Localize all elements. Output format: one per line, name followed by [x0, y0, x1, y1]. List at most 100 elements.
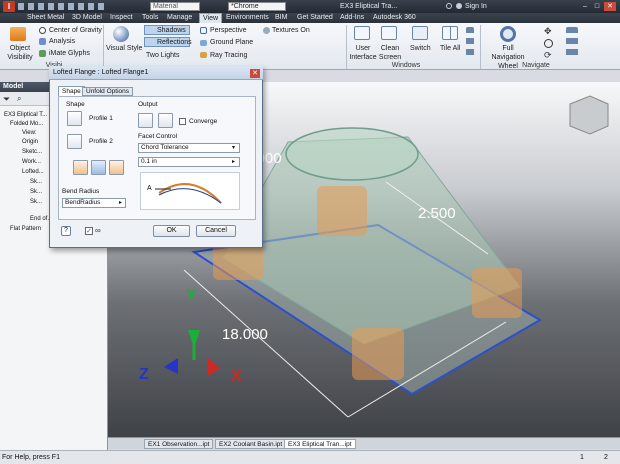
- navigation-wheel-icon[interactable]: [500, 26, 516, 42]
- tree-item-view[interactable]: View:: [22, 129, 37, 137]
- switch-icon[interactable]: [412, 26, 428, 40]
- glasses-preview-icon[interactable]: ∞: [95, 227, 101, 235]
- shadows-button[interactable]: Shadows: [144, 25, 190, 35]
- status-count-2: 2: [604, 454, 608, 461]
- axis-label-x: X: [231, 368, 242, 385]
- doc-tab-ex3[interactable]: EX3 Eliptical Tran...ipt: [284, 439, 356, 449]
- analysis-button[interactable]: Analysis: [49, 37, 75, 46]
- tab-manage[interactable]: Manage: [167, 13, 192, 23]
- tree-item-sketch-sub[interactable]: Sk...: [30, 178, 42, 186]
- pan-icon[interactable]: ✥: [544, 27, 553, 36]
- bend-type-button[interactable]: [91, 160, 106, 175]
- quick-access-icons[interactable]: [18, 3, 108, 10]
- handle-glyph: [352, 328, 404, 380]
- dialog-tab-shape[interactable]: Shape: [58, 86, 85, 96]
- output-press-brake-button[interactable]: [158, 113, 173, 128]
- center-of-gravity-button[interactable]: Center of Gravity: [49, 26, 102, 35]
- profile2-select-button[interactable]: [67, 134, 82, 149]
- reflections-button[interactable]: Reflections: [144, 37, 192, 47]
- profile1-select-button[interactable]: [67, 111, 82, 126]
- tree-item-work[interactable]: Work...: [22, 158, 41, 166]
- chevron-right-icon[interactable]: ▸: [232, 158, 235, 166]
- tree-item-flat-pattern[interactable]: Flat Pattern: [10, 225, 41, 233]
- tree-item-sketch-sub[interactable]: Sk...: [30, 198, 42, 206]
- tab-view[interactable]: View: [199, 13, 223, 23]
- flip-side-button[interactable]: [73, 160, 88, 175]
- app-logo-icon[interactable]: I: [3, 1, 15, 12]
- perspective-button[interactable]: Perspective: [210, 26, 247, 35]
- doc-tab-ex1[interactable]: EX1 Observation...ipt: [144, 439, 214, 449]
- tree-item-sketch-sub[interactable]: Sk...: [30, 188, 42, 196]
- chevron-right-icon[interactable]: ▸: [119, 199, 122, 207]
- ok-button[interactable]: OK: [153, 225, 190, 237]
- material-dropdown[interactable]: Material: [150, 2, 200, 11]
- switch-button[interactable]: Switch: [410, 44, 431, 53]
- close-button[interactable]: ✕: [604, 2, 616, 11]
- tab-add-ins[interactable]: Add-Ins: [340, 13, 364, 23]
- tree-item-folded-model[interactable]: Folded Mo...: [10, 120, 43, 128]
- doc-tab-ex2[interactable]: EX2 Coolant Basin.ipt: [215, 439, 287, 449]
- offset-button[interactable]: [109, 160, 124, 175]
- visual-style-button[interactable]: Visual Style: [106, 44, 142, 53]
- x-axis-icon: [208, 358, 220, 376]
- tile-all-icon[interactable]: [442, 26, 458, 40]
- user-interface-button[interactable]: User Interface: [349, 44, 377, 62]
- appearance-dropdown[interactable]: *Chrome: [228, 2, 286, 11]
- preview-check-icon[interactable]: ✓: [85, 227, 93, 235]
- help-icon[interactable]: ?: [61, 226, 71, 236]
- tab-autodesk-360[interactable]: Autodesk 360: [373, 13, 416, 23]
- filter-icon[interactable]: ⏷: [3, 95, 10, 104]
- object-visibility-icon[interactable]: [10, 27, 26, 41]
- ray-tracing-button[interactable]: Ray Tracing: [210, 51, 247, 60]
- tab-bim[interactable]: BIM: [275, 13, 287, 23]
- tree-item-sketch[interactable]: Sketc...: [22, 148, 42, 156]
- orbit-icon[interactable]: ⟳: [544, 51, 553, 60]
- imate-glyphs-icon: [39, 50, 46, 57]
- group-separator: [480, 25, 481, 69]
- dialog-close-button[interactable]: ✕: [250, 69, 260, 78]
- cancel-button[interactable]: Cancel: [196, 225, 236, 237]
- imate-glyphs-button[interactable]: iMate Glyphs: [49, 49, 90, 58]
- group-separator: [103, 25, 104, 69]
- two-lights-dropdown[interactable]: Two Lights: [146, 51, 179, 60]
- tab-environments[interactable]: Environments: [226, 13, 269, 23]
- converge-checkbox[interactable]: [179, 118, 186, 125]
- object-visibility-button[interactable]: Object Visibility: [6, 44, 34, 62]
- bend-radius-field[interactable]: BendRadius: [62, 198, 126, 208]
- output-group-label: Output: [138, 101, 158, 108]
- find-icon[interactable]: ⌕: [17, 95, 21, 103]
- tree-item-origin[interactable]: Origin: [22, 138, 38, 146]
- small-window-icons[interactable]: [466, 27, 474, 57]
- tree-item-root[interactable]: EX3 Eliptical T...: [4, 111, 47, 119]
- dialog-tab-unfold-options[interactable]: Unfold Options: [82, 87, 133, 96]
- clean-screen-button[interactable]: Clean Screen: [377, 44, 403, 62]
- chord-tolerance-dropdown[interactable]: Chord Tolerance: [138, 143, 240, 153]
- maximize-button[interactable]: □: [592, 2, 602, 11]
- tree-item-lofted[interactable]: Lofted...: [22, 168, 44, 176]
- zoom-icon[interactable]: [544, 39, 553, 48]
- status-bar: For Help, press F1 1 2: [0, 450, 620, 464]
- status-count-1: 1: [580, 454, 584, 461]
- output-die-formed-button[interactable]: [138, 113, 153, 128]
- tolerance-value-field[interactable]: 0.1 in: [138, 157, 240, 167]
- view-nav-icons[interactable]: [566, 27, 578, 57]
- tab-get-started[interactable]: Get Started: [297, 13, 333, 23]
- clean-screen-icon[interactable]: [381, 26, 397, 40]
- search-icon[interactable]: [446, 3, 452, 9]
- user-icon[interactable]: [456, 3, 462, 9]
- minimize-button[interactable]: –: [580, 2, 590, 11]
- tab-inspect[interactable]: Inspect: [110, 13, 133, 23]
- tab-sheet-metal[interactable]: Sheet Metal: [27, 13, 64, 23]
- tab-tools[interactable]: Tools: [142, 13, 158, 23]
- textures-on-button[interactable]: Textures On: [272, 26, 310, 35]
- tab-3d-model[interactable]: 3D Model: [72, 13, 102, 23]
- dimension-label-side[interactable]: 2.500: [418, 205, 456, 222]
- chevron-down-icon: ▾: [232, 145, 236, 151]
- ground-plane-button[interactable]: Ground Plane: [210, 38, 253, 47]
- dimension-label-base[interactable]: 18.000: [222, 326, 268, 343]
- group-separator: [346, 25, 347, 69]
- sign-in-link[interactable]: Sign In: [465, 2, 487, 11]
- tile-all-button[interactable]: Tile All: [440, 44, 460, 53]
- visual-style-icon[interactable]: [113, 26, 129, 42]
- user-interface-icon[interactable]: [354, 26, 370, 40]
